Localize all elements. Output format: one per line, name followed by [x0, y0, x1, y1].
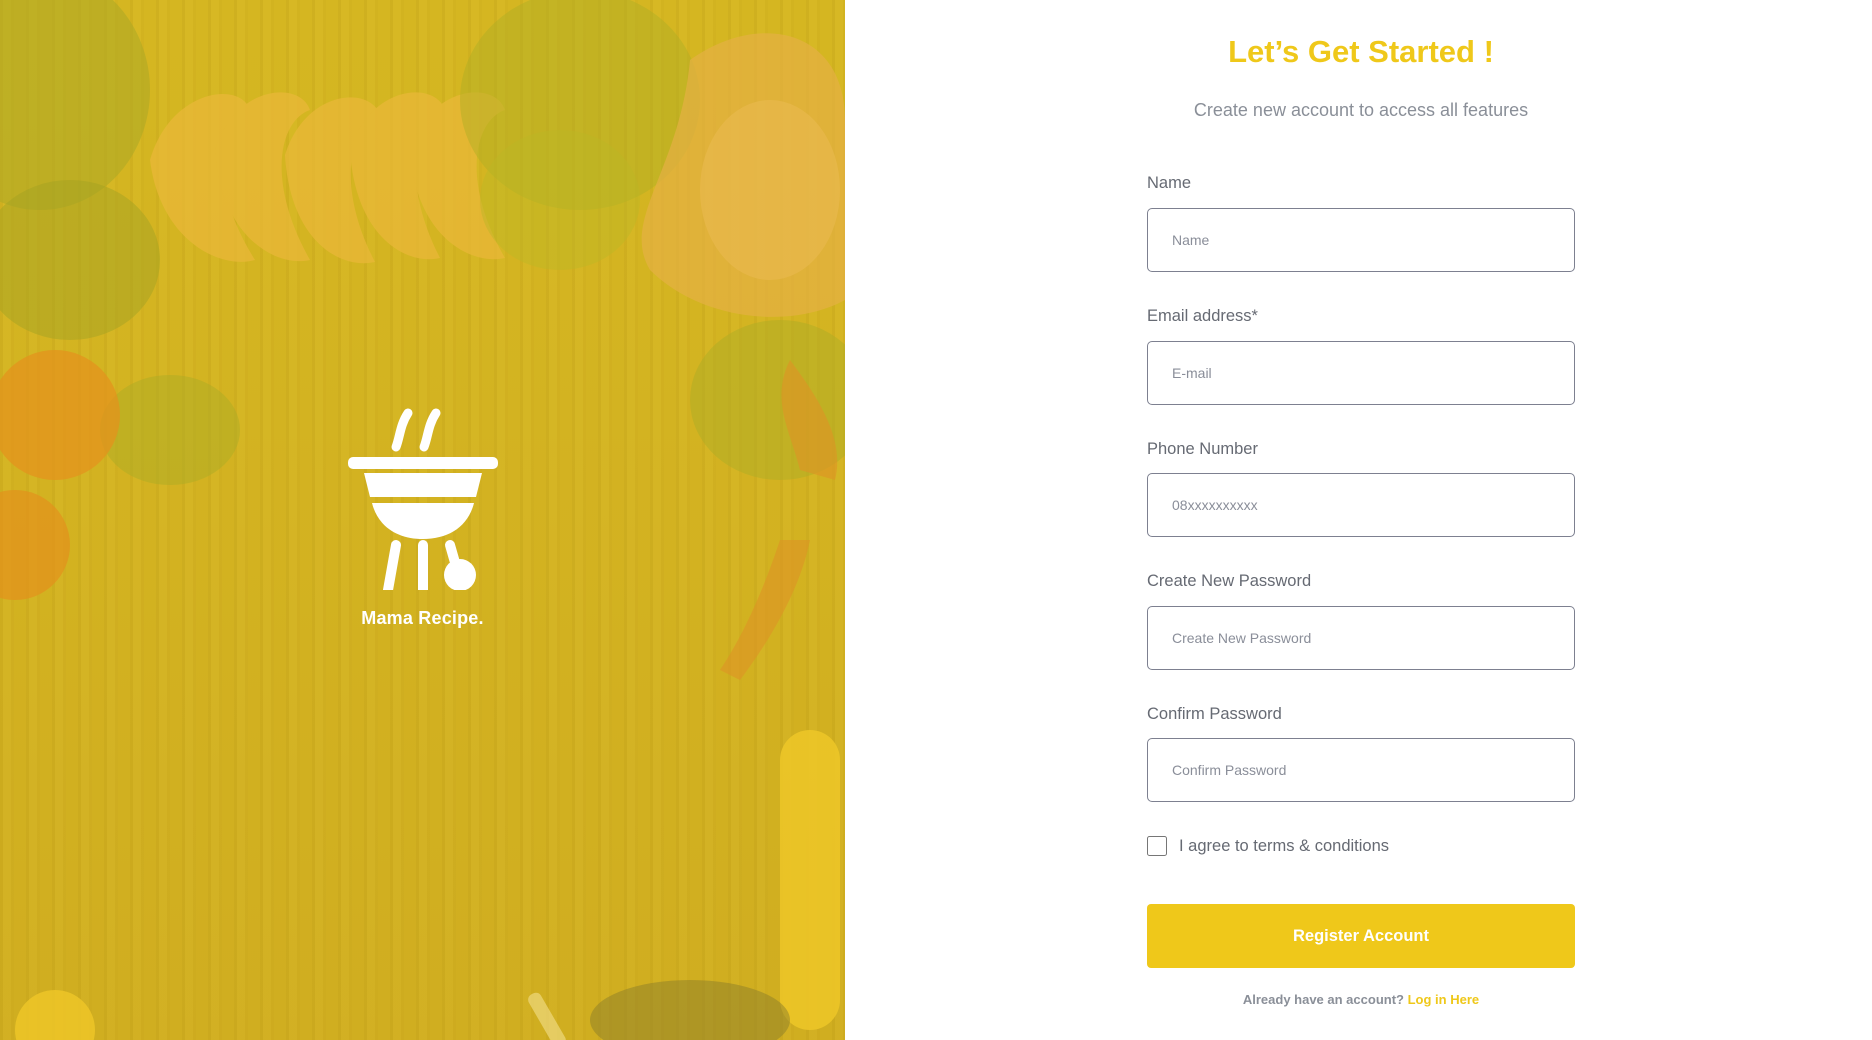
register-button[interactable]: Register Account — [1147, 904, 1575, 968]
login-prompt-line: Already have an account? Log in Here — [1047, 992, 1675, 1007]
hero-panel: Mama Recipe. — [0, 0, 845, 1040]
new-password-input[interactable] — [1147, 606, 1575, 670]
page-title: Let’s Get Started ! — [1228, 34, 1494, 69]
terms-label[interactable]: I agree to terms & conditions — [1179, 837, 1389, 856]
new-password-label: Create New Password — [1147, 572, 1312, 590]
page-subtitle: Create new account to access all feature… — [1193, 100, 1529, 120]
name-input[interactable] — [1147, 208, 1575, 272]
form-panel: Let’s Get Started ! Create new account t… — [845, 0, 1872, 1040]
login-link[interactable]: Log in Here — [1408, 992, 1480, 1007]
phone-label: Phone Number — [1147, 440, 1258, 458]
brand-block: Mama Recipe. — [0, 405, 845, 629]
confirm-password-label: Confirm Password — [1147, 705, 1282, 723]
terms-row: I agree to terms & conditions — [1147, 836, 1389, 856]
confirm-password-input[interactable] — [1147, 738, 1575, 802]
login-prompt: Already have an account? — [1242, 992, 1404, 1007]
phone-input[interactable] — [1147, 473, 1575, 537]
terms-checkbox[interactable] — [1147, 836, 1167, 856]
name-label: Name — [1147, 174, 1192, 192]
grill-icon — [347, 408, 498, 590]
email-input[interactable] — [1147, 341, 1575, 405]
email-label: Email address* — [1147, 307, 1258, 325]
brand-name: Mama Recipe. — [361, 608, 484, 628]
signup-page: Mama Recipe. Let’s Get Started ! Create … — [0, 0, 1872, 1040]
